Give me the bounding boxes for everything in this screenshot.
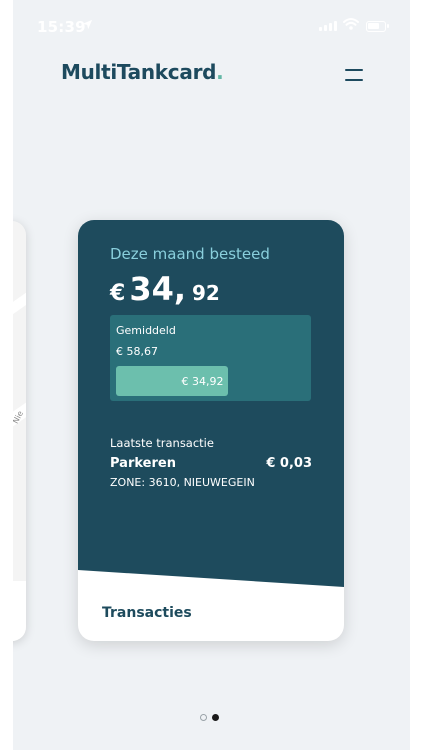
cellular-signal-icon [319,21,337,31]
logo-accent: . [216,60,224,84]
map-road [13,263,26,341]
app-logo: MultiTankcard. [61,60,224,84]
currency-symbol: € [110,281,126,306]
page-dot[interactable] [212,714,219,721]
amount-cents: 92 [192,281,220,305]
logo-text: MultiTankcard [61,60,217,84]
average-comparison: Gemiddeld € 58,67 € 34,92 [110,315,311,401]
spent-amount: € 34 , 92 [110,270,220,308]
last-transaction-amount: € 0,03 [266,456,312,471]
previous-card-map[interactable]: Nie [13,221,26,641]
transactions-link[interactable]: Transacties [102,605,192,621]
spending-progress-track: € 34,92 [116,366,305,396]
average-label: Gemiddeld [116,324,176,337]
amount-whole: 34 [129,270,174,308]
battery-icon [366,21,389,32]
spending-progress-bar: € 34,92 [116,366,229,396]
page-indicator[interactable] [200,714,219,721]
spent-label: Deze maand besteed [110,245,270,263]
app-screen: 15:39 MultiTankcard. Nie Deze maand best… [13,0,410,750]
last-transaction-label: Laatste transactie [110,436,214,450]
location-arrow-icon [82,19,93,33]
last-transaction-detail: ZONE: 3610, NIEUWEGEIN [110,476,255,489]
average-value: € 58,67 [116,345,158,358]
status-bar: 15:39 [13,0,410,50]
current-spending-label: € 34,92 [181,374,224,388]
hamburger-menu-icon[interactable] [345,69,363,81]
status-time: 15:39 [37,18,86,36]
spending-card[interactable]: Deze maand besteed € 34 , 92 Gemiddeld €… [78,220,344,641]
page-dot[interactable] [200,714,207,721]
card-footer [13,581,26,641]
wifi-icon [343,16,359,35]
amount-separator: , [173,270,186,308]
last-transaction-name: Parkeren [110,456,176,471]
